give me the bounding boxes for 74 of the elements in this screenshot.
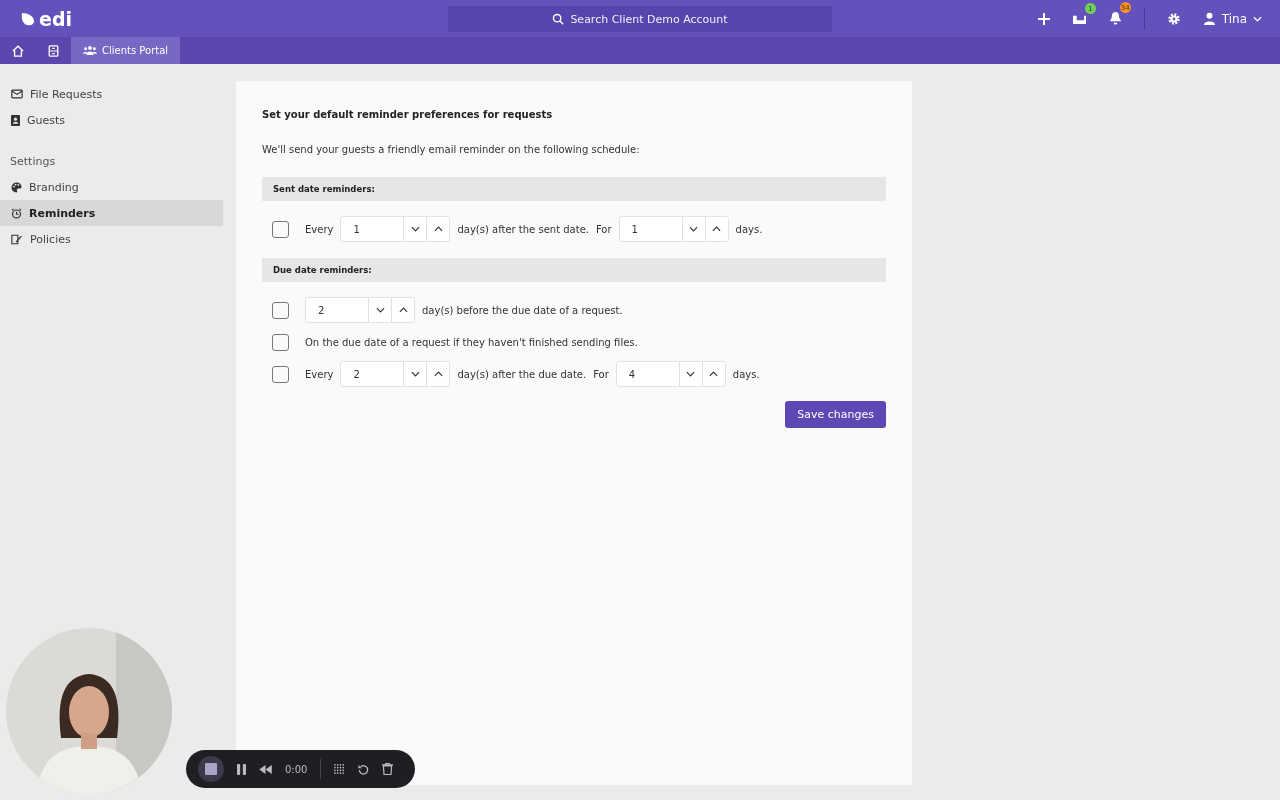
alarm-clock-icon xyxy=(11,207,22,219)
trash-icon[interactable] xyxy=(382,763,394,775)
row-text: day(s) before the due date of a request. xyxy=(422,304,623,316)
page-title: Set your default reminder preferences for requests xyxy=(262,109,554,120)
settings-icon[interactable] xyxy=(1166,11,1181,26)
save-button[interactable]: Save changes xyxy=(785,401,886,428)
row-text: For xyxy=(593,368,609,380)
search-placeholder: Search Client Demo Account xyxy=(570,12,728,26)
contact-book-icon xyxy=(11,114,20,126)
row-text: For xyxy=(595,223,612,235)
search-field[interactable]: Search Client Demo Account xyxy=(448,6,832,32)
intro-text: We'll send your guests a friendly email reminder on the following schedule: xyxy=(262,144,641,155)
grid-icon[interactable] xyxy=(334,763,346,775)
number-value: 2 xyxy=(353,368,360,380)
logo[interactable]: edi xyxy=(20,7,72,30)
pause-icon[interactable] xyxy=(237,763,246,775)
document-pen-icon xyxy=(11,233,23,245)
checkbox[interactable] xyxy=(272,301,289,319)
row-text: day(s) after the due date. xyxy=(457,368,587,380)
restart-icon[interactable] xyxy=(358,763,370,775)
section-title: Due date reminders: xyxy=(273,265,372,275)
section-heading: Settings xyxy=(9,154,57,170)
number-field[interactable]: 4 xyxy=(615,361,726,387)
chevron-down-icon xyxy=(410,371,420,377)
chevron-up-icon xyxy=(712,226,722,232)
search-icon xyxy=(552,13,565,25)
chevron-down-icon xyxy=(689,226,699,232)
checkbox[interactable] xyxy=(272,365,289,383)
sidebar-item[interactable]: File Requests xyxy=(0,81,223,107)
number-value: 4 xyxy=(628,368,636,380)
number-value: 2 xyxy=(318,304,325,316)
number-field[interactable]: 2 xyxy=(340,361,451,387)
row-text: Every xyxy=(305,368,334,380)
user-menu[interactable]: Tina xyxy=(1202,11,1262,26)
logo-text: edi xyxy=(39,7,72,30)
stop-button[interactable] xyxy=(198,756,224,782)
home-icon xyxy=(12,44,24,57)
number-field[interactable]: 1 xyxy=(340,216,451,242)
sidebar-item[interactable]: Guests xyxy=(0,107,223,133)
number-value: 1 xyxy=(631,223,638,235)
row-text: day(s) after the sent date. xyxy=(457,223,589,235)
checkbox[interactable] xyxy=(272,220,289,238)
chevron-up-icon xyxy=(433,226,443,232)
rewind-icon[interactable] xyxy=(259,764,272,774)
row-text: On the due date of a request if they haven't finished sending files. xyxy=(305,336,638,348)
leaf-icon xyxy=(20,10,36,27)
stop-icon xyxy=(205,763,217,775)
nav-tab[interactable]: Clients Portal xyxy=(71,37,181,64)
chevron-down-icon xyxy=(375,307,385,313)
row-text: days. xyxy=(735,223,763,235)
checkbox[interactable] xyxy=(272,333,289,351)
timer: 0:00 xyxy=(285,763,308,775)
mail-icon xyxy=(11,89,23,99)
sidebar-item[interactable]: Branding xyxy=(0,174,223,200)
bell-icon[interactable] xyxy=(1108,11,1122,26)
chevron-up-icon xyxy=(709,371,719,377)
chevron-up-icon xyxy=(433,371,443,377)
chevron-down-icon xyxy=(686,371,696,377)
user-icon xyxy=(1202,12,1216,25)
number-field[interactable]: 2 xyxy=(305,297,415,323)
number-field[interactable]: 1 xyxy=(618,216,729,242)
chevron-down-icon xyxy=(410,226,420,232)
chevron-up-icon xyxy=(398,307,408,313)
sidebar-item[interactable]: Policies xyxy=(0,226,223,252)
number-value: 1 xyxy=(353,223,360,235)
plus-icon[interactable] xyxy=(1037,12,1050,25)
sidebar-item[interactable]: Reminders xyxy=(0,200,223,226)
palette-icon xyxy=(11,181,22,193)
cabinet-icon xyxy=(48,44,59,57)
chevron-down-icon xyxy=(1253,15,1262,22)
section-title: Sent date reminders: xyxy=(273,184,375,194)
row-text: days. xyxy=(732,368,760,380)
row-text: Every xyxy=(305,223,334,235)
users-icon xyxy=(83,45,97,56)
